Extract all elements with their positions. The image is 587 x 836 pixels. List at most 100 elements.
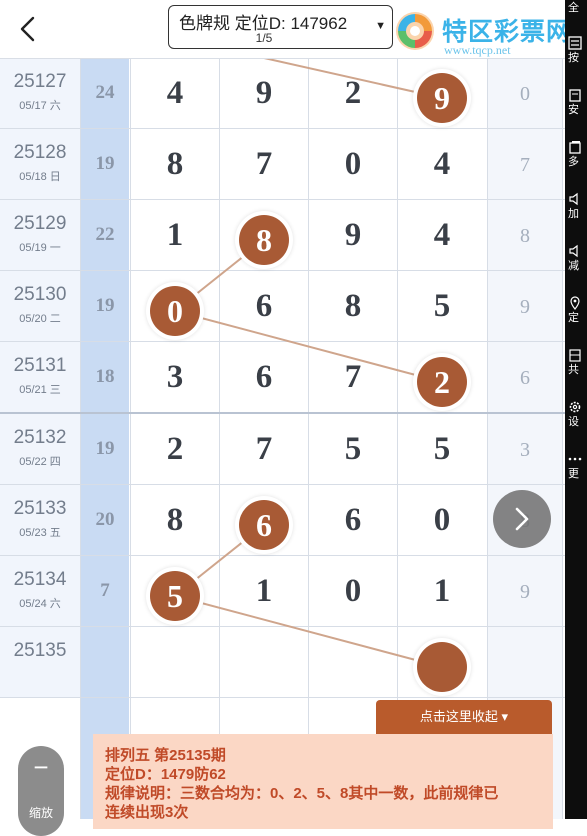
toolbar-item-label: 多: [568, 156, 579, 168]
highlight-ball: 5: [150, 571, 200, 621]
next-page-button[interactable]: [493, 490, 551, 548]
toolbar-item-label: 设: [568, 416, 579, 428]
share-icon: [568, 348, 582, 362]
sum-value: 18: [95, 366, 115, 387]
caret-down-icon: ▼: [375, 20, 386, 32]
tail-value: 8: [520, 225, 530, 247]
sum-value: 22: [95, 224, 115, 245]
period-cell: 25129 05/19 一: [0, 200, 80, 271]
digit-cell: 7: [255, 431, 273, 467]
digit-cell: 4: [433, 217, 451, 253]
period-date: 05/23 五: [19, 527, 61, 539]
right-toolbar: 全 按 安 多 加 减 定 共 设 更: [565, 0, 587, 819]
table-row: 25134 05/24 六 7 5 1 0 1 9: [0, 556, 565, 627]
info-rule-cont: 连续出现3次: [105, 804, 189, 821]
back-button[interactable]: [14, 14, 42, 44]
highlight-ball: 6: [239, 500, 289, 550]
period-cell: 25128 05/18 日: [0, 129, 80, 200]
zoom-label: 缩放: [28, 806, 53, 820]
digit-cell: 1: [433, 573, 451, 609]
toolbar-item-locate[interactable]: 定: [568, 296, 587, 325]
digit-cell: 6: [344, 502, 362, 538]
sum-value: 20: [95, 509, 115, 530]
gear-icon: [568, 400, 582, 414]
period-number: 25133: [13, 498, 67, 519]
tail-value: 9: [520, 581, 530, 603]
sum-value: 19: [95, 295, 115, 316]
digit-cell: 0: [433, 502, 451, 538]
digit-cell: 8: [166, 502, 184, 538]
period-cell: 25131 05/21 三: [0, 342, 80, 413]
table-row: 25131 05/21 三 18 3 6 7 2 6: [0, 342, 565, 413]
toolbar-item-label: 按: [568, 52, 579, 64]
period-date: 05/17 六: [19, 100, 61, 112]
tail-value: 6: [520, 367, 530, 389]
toolbar-item-label: 安: [568, 104, 579, 116]
digit-cell: 7: [344, 359, 362, 395]
digit-cell: 2: [344, 75, 362, 111]
digit-cell: 5: [433, 288, 451, 324]
grid-line: [0, 697, 565, 698]
table-row: 25130 05/20 二 19 0 6 8 5 9: [0, 271, 565, 342]
period-number: 25127: [13, 71, 67, 92]
period-number: 25135: [13, 640, 67, 661]
collapse-panel-button[interactable]: 点击这里收起 ▾: [376, 700, 552, 734]
tail-value: 0: [520, 83, 530, 105]
toolbar-item-all[interactable]: 全: [568, 2, 587, 15]
period-date: 05/21 三: [19, 384, 61, 396]
toolbar-item-more[interactable]: 更: [568, 452, 587, 481]
layers-icon: [568, 140, 582, 154]
site-logo: 特区彩票网 www.tqcp.net: [394, 10, 571, 58]
table-row: 25127 05/17 六 24 4 9 2 9 0: [0, 58, 565, 129]
toolbar-item-label: 共: [568, 364, 579, 376]
logo-url: www.tqcp.net: [444, 43, 511, 57]
info-position: 定位D：1479防62: [105, 766, 226, 783]
digit-cell: 9: [344, 217, 362, 253]
period-number: 25130: [13, 284, 67, 305]
digit-cell: 8: [166, 146, 184, 182]
toolbar-item-safe[interactable]: 安: [568, 88, 587, 117]
digit-cell: 7: [255, 146, 273, 182]
toolbar-item-multi[interactable]: 多: [568, 140, 587, 169]
header-bar: 色牌规 定位D: 147962 1/5 ▼ 特区彩票网 www.tqcp.net: [0, 0, 571, 59]
digit-cell: 5: [344, 431, 362, 467]
zoom-button[interactable]: − 缩放: [18, 746, 64, 836]
digit-cell: 4: [166, 75, 184, 111]
period-date: 05/22 四: [19, 456, 61, 468]
info-rule: 规律说明：三数合均为：0、2、5、8其中一数，此前规律已: [105, 785, 499, 802]
digit-cell: 0: [344, 573, 362, 609]
period-cell: 25133 05/23 五: [0, 485, 80, 556]
toolbar-item-share[interactable]: 共: [568, 348, 587, 377]
shield-icon: [568, 88, 582, 102]
rule-selector-dropdown[interactable]: 色牌规 定位D: 147962 1/5 ▼: [168, 5, 393, 49]
volume-down-icon: [568, 244, 582, 258]
toolbar-item-label: 更: [568, 468, 579, 480]
period-number: 25132: [13, 427, 67, 448]
table-row: 25132 05/22 四 19 2 7 5 5 3: [0, 414, 565, 485]
toolbar-item-settings[interactable]: 设: [568, 400, 587, 429]
period-cell: 25130 05/20 二: [0, 271, 80, 342]
sum-value: 7: [100, 580, 110, 601]
prediction-info-panel: 排列五 第25135期 定位D：1479防62 规律说明：三数合均为：0、2、5…: [93, 734, 553, 829]
toolbar-item-subtract[interactable]: 减: [568, 244, 587, 273]
minus-icon: −: [33, 752, 49, 782]
digit-cell: 5: [433, 431, 451, 467]
digit-cell: 4: [433, 146, 451, 182]
period-cell: 25127 05/17 六: [0, 58, 80, 129]
toolbar-item-by[interactable]: 按: [568, 36, 587, 65]
period-cell: 25135: [0, 627, 80, 698]
logo-swirl-icon: [396, 12, 434, 50]
list-icon: [568, 36, 582, 50]
period-date: 05/18 日: [19, 171, 61, 183]
toolbar-item-label: 加: [568, 208, 579, 220]
location-pin-icon: [568, 296, 582, 310]
highlight-ball: 9: [417, 73, 467, 123]
digit-cell: 6: [255, 288, 273, 324]
highlight-ball: 8: [239, 215, 289, 265]
toolbar-item-add[interactable]: 加: [568, 192, 587, 221]
period-date: 05/24 六: [19, 598, 61, 610]
digit-cell: 6: [255, 359, 273, 395]
period-number: 25131: [13, 355, 67, 376]
period-number: 25134: [13, 569, 67, 590]
more-icon: [568, 452, 582, 466]
